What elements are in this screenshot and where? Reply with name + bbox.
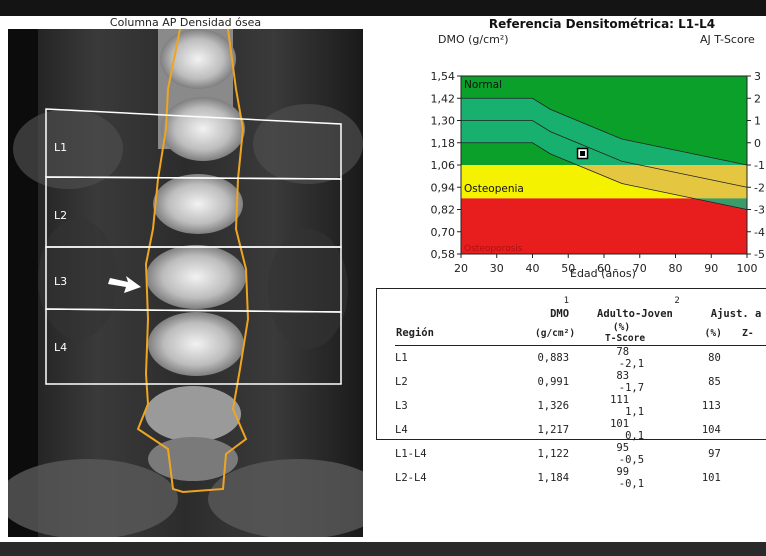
patient-marker-core <box>580 151 586 157</box>
cell-region: L4 <box>395 424 408 436</box>
superscript-2: 2 <box>674 296 680 306</box>
t-score-tick-label: 3 <box>754 70 761 83</box>
cell-adj-pct: 101 <box>701 472 721 484</box>
cell-aj-pct: 99 <box>616 466 630 478</box>
header-tscore: T-Score <box>605 333 646 344</box>
chart-title: Referencia Densitométrica: L1-L4 <box>488 17 716 31</box>
x-tick-label: 90 <box>704 262 718 275</box>
y-tick-label: 0,82 <box>431 204 456 217</box>
scan-title: Columna AP Densidad ósea <box>109 16 262 29</box>
table-row: L1-L4 1,122 95-0,5 97 <box>395 442 766 466</box>
x-tick-label: 30 <box>490 262 504 275</box>
cell-tscore: -0,1 <box>618 478 645 490</box>
t-score-tick-label: 0 <box>754 137 761 150</box>
header-ajust: Ajust. a e <box>710 308 766 320</box>
table-row: L2-L4 1,184 99-0,1 101 <box>395 466 766 490</box>
cell-region: L2 <box>395 376 408 388</box>
header-zscore: Z- <box>742 327 754 339</box>
x-tick-label: 20 <box>454 262 468 275</box>
spine-scan-image: L1 L2 L3 L4 <box>8 29 363 537</box>
cell-dmo: 1,326 <box>537 400 570 412</box>
cell-adj-pct: 104 <box>701 424 721 436</box>
cell-aj-pct: 101 <box>610 418 630 430</box>
y-tick-label: 0,58 <box>431 248 456 261</box>
table-row: L2 0,991 83-1,7 85 <box>395 370 766 394</box>
cell-adj-pct: 80 <box>708 352 721 364</box>
cell-dmo: 1,184 <box>537 472 570 484</box>
y-tick-label: 0,94 <box>431 181 456 194</box>
table-row: L4 1,217 1010,1 104 <box>395 418 766 442</box>
bottom-bar <box>0 542 766 556</box>
zone-label-osteopenia: Osteopenia <box>464 183 524 195</box>
cell-tscore: -2,1 <box>618 358 645 370</box>
y-tick-label: 1,06 <box>431 159 456 172</box>
cell-tscore: 1,1 <box>625 406 645 418</box>
vertebra-label-l1: L1 <box>54 141 67 154</box>
cell-tscore: 0,1 <box>625 430 645 442</box>
report-frame: Columna AP Densidad ósea L1 L2 L3 L4 Ref… <box>0 16 766 542</box>
y-tick-label: 0,70 <box>431 226 456 239</box>
cell-dmo: 1,122 <box>537 448 570 460</box>
x-tick-label: 80 <box>669 262 683 275</box>
vertebra-label-l2: L2 <box>54 209 67 222</box>
cell-tscore: -0,5 <box>618 454 645 466</box>
t-score-tick-label: -4 <box>754 226 765 239</box>
cell-aj-pct: 78 <box>616 346 630 358</box>
x-axis-label: Edad (años) <box>570 267 636 280</box>
header-aj-pct: (%) <box>612 322 631 333</box>
header-adj-pct: (%) <box>704 327 722 339</box>
y-tick-label: 1,30 <box>431 115 456 128</box>
t-score-tick-label: 1 <box>754 115 761 128</box>
t-score-tick-label: -2 <box>754 181 765 194</box>
vertebra-label-l3: L3 <box>54 275 67 288</box>
x-tick-label: 40 <box>526 262 540 275</box>
vertebra-label-l4: L4 <box>54 341 67 354</box>
cell-adj-pct: 113 <box>701 400 721 412</box>
header-dmo-unit: (g/cm²) <box>535 327 576 339</box>
cell-adj-pct: 97 <box>708 448 721 460</box>
t-score-tick-label: -1 <box>754 159 765 172</box>
header-adult-young: Adulto-Joven <box>597 308 673 320</box>
reference-chart: 1,541,421,301,181,060,940,820,700,583210… <box>431 70 765 275</box>
header-region: Región <box>396 327 434 339</box>
cell-aj-pct: 95 <box>616 442 630 454</box>
results-table: 1 2 DMO Adulto-Joven Ajust. a e Región (… <box>376 288 766 490</box>
cell-aj-pct: 111 <box>610 394 630 406</box>
y-tick-label: 1,42 <box>431 92 456 105</box>
t-score-tick-label: 2 <box>754 92 761 105</box>
table-row: L1 0,883 78-2,1 80 <box>395 346 766 370</box>
cell-region: L3 <box>395 400 408 412</box>
header-dmo: DMO <box>550 308 570 320</box>
cell-dmo: 0,883 <box>537 352 570 364</box>
x-tick-label: 100 <box>737 262 758 275</box>
zone-label-osteoporosis: Osteoporosis <box>464 244 523 254</box>
cell-region: L1 <box>395 352 408 364</box>
zone-label-normal: Normal <box>464 79 502 91</box>
cell-tscore: -1,7 <box>618 382 645 394</box>
cell-region: L1-L4 <box>395 448 427 460</box>
y-tick-label: 1,54 <box>431 70 456 83</box>
cell-dmo: 1,217 <box>537 424 570 436</box>
table-row: L3 1,326 1111,1 113 <box>395 394 766 418</box>
cell-aj-pct: 83 <box>616 370 630 382</box>
cell-dmo: 0,991 <box>537 376 570 388</box>
t-score-tick-label: -5 <box>754 248 765 261</box>
t-score-tick-label: -3 <box>754 204 765 217</box>
cell-region: L2-L4 <box>395 472 427 484</box>
superscript-1: 1 <box>563 296 570 306</box>
cell-adj-pct: 85 <box>708 376 721 388</box>
y-tick-label: 1,18 <box>431 137 456 150</box>
